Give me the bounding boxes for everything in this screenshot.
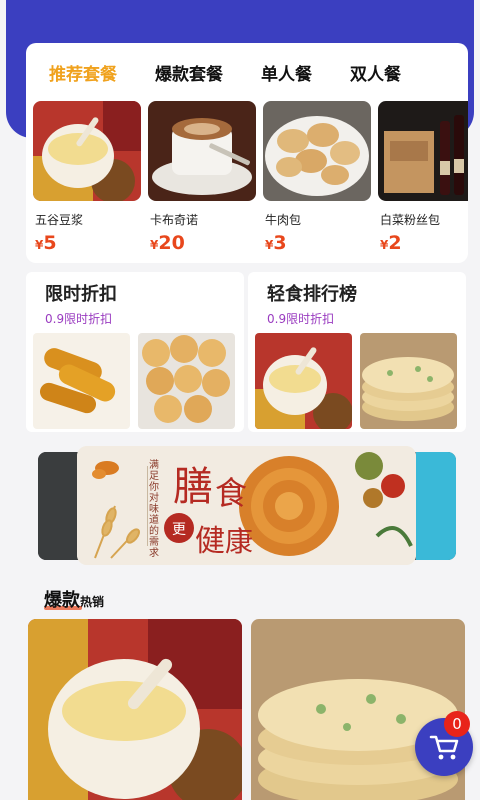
product-card[interactable]: 牛肉包 ¥3 (263, 101, 371, 254)
pancake-image (360, 333, 457, 429)
product-name: 白菜粉丝包 (380, 213, 441, 227)
beef-buns-image (263, 101, 371, 201)
banner-char-2: 食 (215, 474, 248, 512)
banner-char-5: 康 (225, 525, 254, 558)
tab-recommended[interactable]: 推荐套餐 (49, 60, 117, 85)
product-card[interactable]: 卡布奇诺 ¥20 (148, 101, 256, 254)
cart-icon (429, 735, 459, 760)
tab-single[interactable]: 单人餐 (261, 60, 312, 85)
product-price: ¥2 (380, 232, 402, 254)
product-price: ¥3 (265, 232, 287, 254)
banner-char-4: 健 (195, 524, 225, 559)
cart-count-badge: 0 (444, 711, 470, 737)
soy-milk-image (28, 619, 242, 800)
promo-light-meal-ranking[interactable]: 轻食排行榜 0.9限时折扣 (248, 272, 466, 432)
promo-title: 轻食排行榜 (267, 284, 357, 305)
section-title-hot-sale: 爆款热销 (44, 586, 104, 612)
soy-milk-image (33, 101, 141, 201)
section-title-sub: 热销 (80, 595, 105, 609)
tab-double[interactable]: 双人餐 (350, 60, 401, 85)
category-card: 推荐套餐 爆款套餐 单人餐 双人餐 五谷豆浆 ¥5 卡布奇诺 ¥20 牛肉包 ¥… (26, 43, 468, 263)
banner-char-3: 更 (172, 522, 186, 538)
banner-char-1: 膳 (173, 464, 213, 510)
product-price: ¥20 (150, 232, 185, 254)
section-title-main: 爆款 (44, 590, 80, 611)
product-name: 五谷豆浆 (35, 213, 84, 227)
wine-box-image (378, 101, 468, 201)
product-name: 卡布奇诺 (150, 213, 199, 227)
soy-milk-image (255, 333, 352, 429)
promo-title: 限时折扣 (45, 284, 117, 305)
tab-hot-combo[interactable]: 爆款套餐 (155, 60, 223, 85)
cappuccino-image (148, 101, 256, 201)
product-card[interactable]: 五谷豆浆 ¥5 (33, 101, 141, 254)
product-card[interactable]: 白菜粉丝包 ¥2 (378, 101, 468, 254)
promo-subtitle: 0.9限时折扣 (267, 312, 335, 326)
promo-subtitle: 0.9限时折扣 (45, 312, 113, 326)
hot-item-card[interactable] (28, 619, 242, 800)
product-row: 五谷豆浆 ¥5 卡布奇诺 ¥20 牛肉包 ¥3 白菜粉丝包 ¥2 (26, 101, 468, 254)
promo-banner[interactable]: 满足你对味道的需求 膳 食 更 健 康 (77, 446, 416, 565)
sesame-balls-image (138, 333, 235, 429)
promo-flash-discount[interactable]: 限时折扣 0.9限时折扣 (26, 272, 244, 432)
category-tabs: 推荐套餐 爆款套餐 单人餐 双人餐 (26, 43, 468, 101)
fried-dough-image (33, 333, 130, 429)
banner-tagline: 满足你对味道的需求 (149, 460, 159, 559)
product-price: ¥5 (35, 232, 57, 254)
product-name: 牛肉包 (265, 213, 302, 227)
